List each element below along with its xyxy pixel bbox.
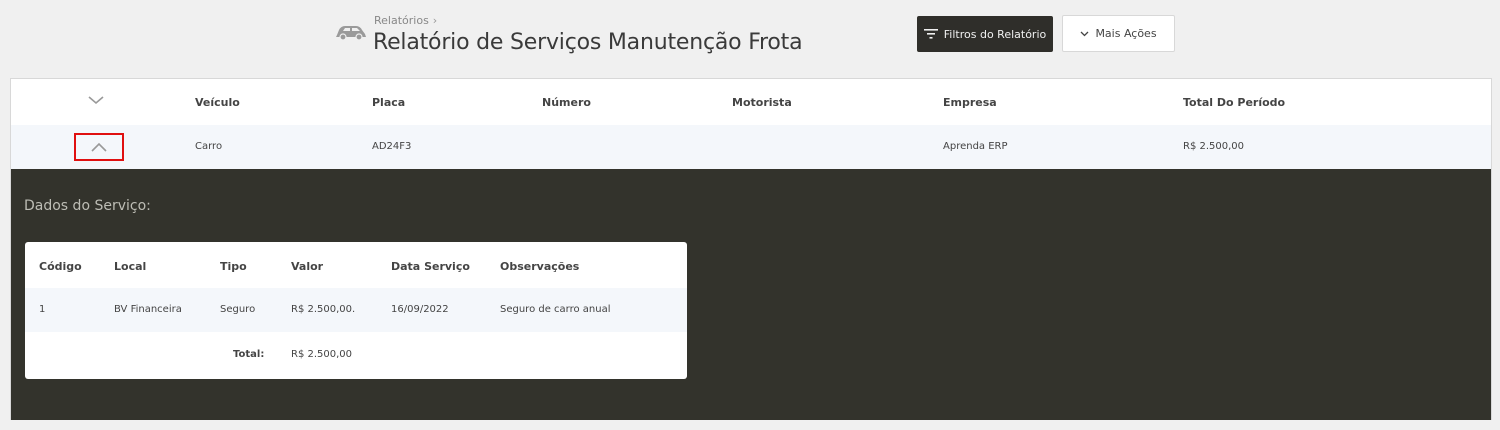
- chevron-up-icon: [91, 142, 107, 152]
- detail-header-tipo: Tipo: [220, 260, 247, 273]
- total-value: R$ 2.500,00: [291, 349, 353, 360]
- report-filters-label: Filtros do Relatório: [943, 27, 1047, 41]
- service-details-table: Código Local Tipo Valor Data Serviço Obs…: [25, 242, 687, 379]
- car-icon: [336, 26, 366, 41]
- cell-empresa: Aprenda ERP: [943, 141, 1008, 152]
- column-header-numero[interactable]: Número: [542, 96, 591, 109]
- table-row[interactable]: Carro AD24F3 Aprenda ERP R$ 2.500,00: [11, 125, 1491, 169]
- table-header: Veículo Placa Número Motorista Empresa T…: [11, 79, 1491, 125]
- column-header-total-periodo[interactable]: Total Do Período: [1183, 96, 1285, 109]
- total-label: Total:: [233, 349, 265, 360]
- filter-icon: [923, 29, 938, 39]
- collapse-row-button[interactable]: [74, 133, 124, 161]
- column-header-empresa[interactable]: Empresa: [943, 96, 997, 109]
- page-header: Relatórios › Relatório de Serviços Manut…: [0, 0, 1500, 78]
- service-details-title: Dados do Serviço:: [24, 198, 151, 214]
- report-filters-button[interactable]: Filtros do Relatório: [917, 16, 1053, 52]
- column-header-motorista[interactable]: Motorista: [732, 96, 792, 109]
- column-header-veiculo[interactable]: Veículo: [195, 96, 240, 109]
- detail-header-valor: Valor: [291, 260, 324, 273]
- service-details-panel: Dados do Serviço: Código Local Tipo Valo…: [11, 169, 1491, 420]
- chevron-right-icon: ›: [432, 14, 438, 27]
- chevron-down-icon: [1080, 31, 1089, 36]
- detail-cell-observacoes: Seguro de carro anual: [500, 304, 611, 315]
- detail-total-row: Total: R$ 2.500,00: [25, 332, 687, 378]
- more-actions-button[interactable]: Mais Ações: [1062, 15, 1175, 52]
- cell-total-periodo: R$ 2.500,00: [1183, 141, 1245, 152]
- detail-cell-codigo: 1: [39, 304, 46, 315]
- detail-cell-data-servico: 16/09/2022: [391, 304, 449, 315]
- more-actions-label: Mais Ações: [1095, 27, 1157, 40]
- table-row: 1 BV Financeira Seguro R$ 2.500,00. 16/0…: [25, 288, 687, 332]
- detail-header-observacoes: Observações: [500, 260, 580, 273]
- breadcrumb: Relatórios ›: [374, 14, 437, 27]
- detail-cell-valor: R$ 2.500,00.: [291, 304, 356, 315]
- detail-header-data-servico: Data Serviço: [391, 260, 470, 273]
- chevron-down-icon[interactable]: [87, 91, 105, 109]
- breadcrumb-link-relatorios[interactable]: Relatórios: [374, 14, 429, 27]
- detail-cell-local: BV Financeira: [114, 304, 182, 315]
- report-table-panel: Veículo Placa Número Motorista Empresa T…: [10, 78, 1492, 420]
- column-header-placa[interactable]: Placa: [372, 96, 405, 109]
- cell-placa: AD24F3: [372, 141, 412, 152]
- detail-cell-tipo: Seguro: [220, 304, 256, 315]
- cell-veiculo: Carro: [195, 141, 223, 152]
- page-title: Relatório de Serviços Manutenção Frota: [373, 30, 803, 55]
- detail-header-codigo: Código: [39, 260, 82, 273]
- detail-header-local: Local: [114, 260, 147, 273]
